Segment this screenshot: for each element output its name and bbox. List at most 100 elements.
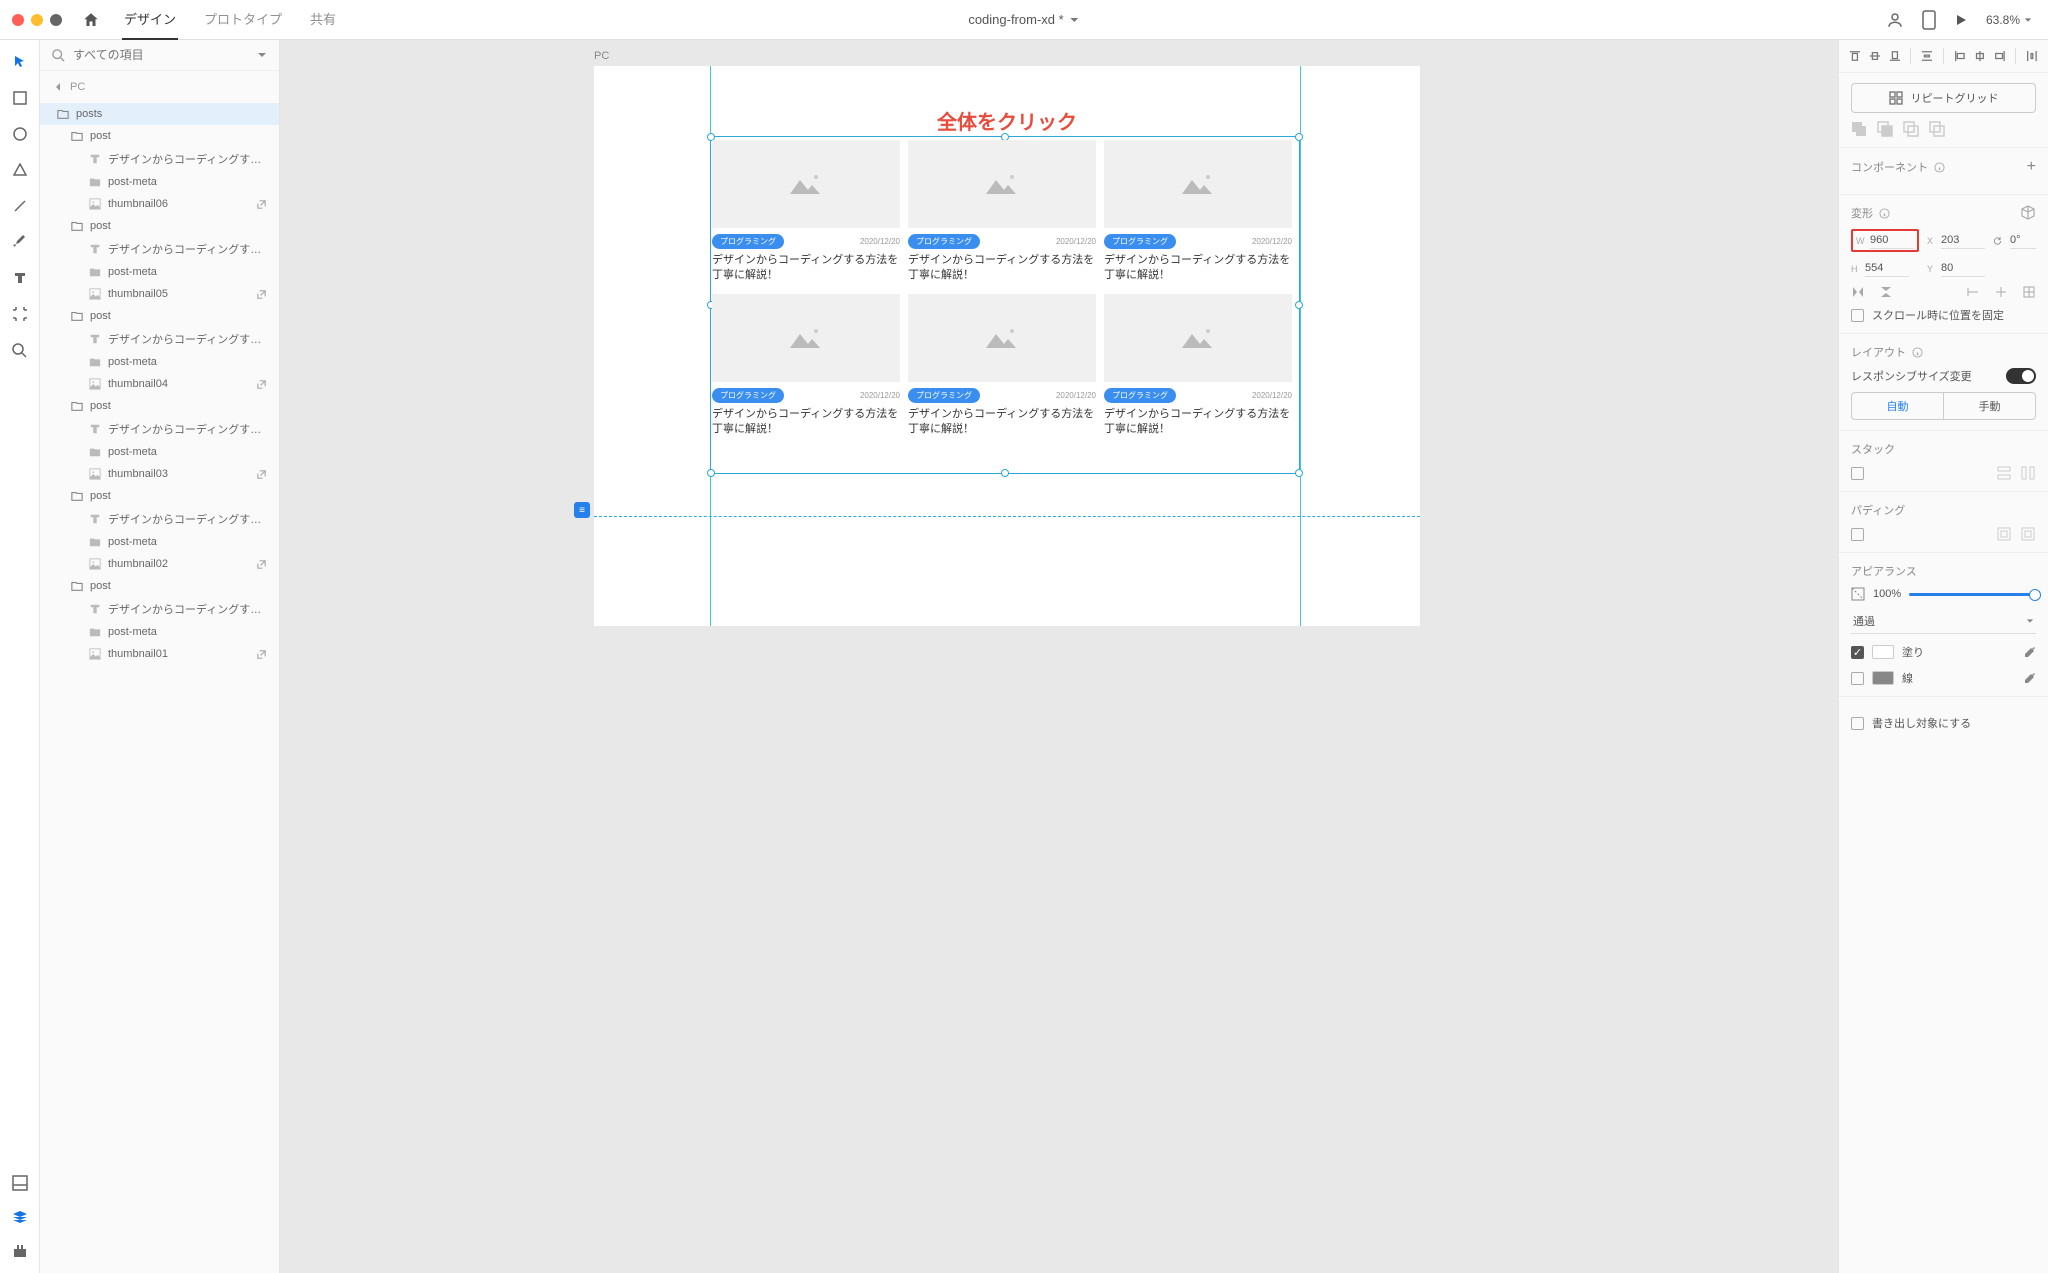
layout-mode-segment[interactable]: 自動 手動 <box>1851 392 2036 420</box>
stack-vertical-icon[interactable] <box>1996 465 2012 481</box>
line-tool[interactable] <box>10 196 30 216</box>
width-field[interactable]: 960 <box>1870 232 1914 249</box>
padding-individual-icon[interactable] <box>2020 526 2036 542</box>
distribute-h-icon[interactable] <box>2026 49 2038 63</box>
post-card[interactable]: プログラミング2020/12/20デザインからコーディングする方法を丁寧に解説！ <box>712 140 900 284</box>
assets-panel-icon[interactable] <box>10 1173 30 1193</box>
padding-same-icon[interactable] <box>1996 526 2012 542</box>
polygon-tool[interactable] <box>10 160 30 180</box>
maximize-window-button[interactable] <box>50 14 62 26</box>
distribute-v-icon[interactable] <box>1921 49 1933 63</box>
user-icon[interactable] <box>1886 11 1904 29</box>
scroll-fix-checkbox[interactable] <box>1851 309 1864 322</box>
layer-item[interactable]: post <box>40 485 279 507</box>
layer-item[interactable]: posts <box>40 103 279 125</box>
eyedropper-icon[interactable] <box>2022 645 2036 659</box>
tab-share[interactable]: 共有 <box>308 0 338 40</box>
flip-v-icon[interactable] <box>1879 285 1893 299</box>
eyedropper-icon[interactable] <box>2022 671 2036 685</box>
padding-checkbox[interactable] <box>1851 528 1864 541</box>
minimize-window-button[interactable] <box>31 14 43 26</box>
layer-item[interactable]: post-meta <box>40 621 279 643</box>
external-link-icon[interactable] <box>256 289 267 300</box>
info-icon[interactable] <box>1912 347 1923 358</box>
chevron-down-icon[interactable] <box>257 50 267 60</box>
layer-item[interactable]: デザインからコーディングする方法… <box>40 507 279 531</box>
ellipse-tool[interactable] <box>10 124 30 144</box>
rectangle-tool[interactable] <box>10 88 30 108</box>
play-icon[interactable] <box>1954 13 1968 27</box>
select-tool[interactable] <box>10 52 30 72</box>
constrain-center-icon[interactable] <box>1994 285 2008 299</box>
segment-auto[interactable]: 自動 <box>1852 393 1943 419</box>
opacity-slider[interactable] <box>1909 593 2036 596</box>
flip-h-icon[interactable] <box>1851 285 1865 299</box>
stack-checkbox[interactable] <box>1851 467 1864 480</box>
resize-handle[interactable] <box>1295 133 1303 141</box>
align-left-icon[interactable] <box>1954 49 1966 63</box>
layer-item[interactable]: post-meta <box>40 171 279 193</box>
resize-handle[interactable] <box>1001 469 1009 477</box>
layer-item[interactable]: post <box>40 125 279 147</box>
external-link-icon[interactable] <box>256 559 267 570</box>
layers-search[interactable] <box>40 40 279 71</box>
layer-item[interactable]: デザインからコーディングする方法… <box>40 327 279 351</box>
resize-handle[interactable] <box>1295 469 1303 477</box>
align-bottom-icon[interactable] <box>1889 49 1901 63</box>
plugins-panel-icon[interactable] <box>10 1241 30 1261</box>
external-link-icon[interactable] <box>256 379 267 390</box>
layer-item[interactable]: post <box>40 575 279 597</box>
align-right-icon[interactable] <box>1994 49 2006 63</box>
external-link-icon[interactable] <box>256 649 267 660</box>
union-icon[interactable] <box>1851 121 1867 137</box>
fill-checkbox[interactable]: ✓ <box>1851 646 1864 659</box>
artboard[interactable]: 全体をクリック ≡ プログラミング2020/12/20デザインからコーディングす… <box>594 66 1420 626</box>
breadcrumb[interactable]: PC <box>40 71 279 103</box>
layer-item[interactable]: post-meta <box>40 261 279 283</box>
stack-horizontal-icon[interactable] <box>2020 465 2036 481</box>
resize-handle[interactable] <box>1295 301 1303 309</box>
constrain-left-icon[interactable] <box>1966 285 1980 299</box>
intersect-icon[interactable] <box>1903 121 1919 137</box>
resize-handle[interactable] <box>707 469 715 477</box>
zoom-tool[interactable] <box>10 340 30 360</box>
layer-item[interactable]: thumbnail02 <box>40 553 279 575</box>
layer-item[interactable]: post-meta <box>40 351 279 373</box>
layer-item[interactable]: post <box>40 215 279 237</box>
layer-item[interactable]: thumbnail03 <box>40 463 279 485</box>
tab-design[interactable]: デザイン <box>122 0 178 40</box>
constrain-full-icon[interactable] <box>2022 285 2036 299</box>
x-field[interactable]: 203 <box>1941 232 1985 249</box>
height-field[interactable]: 554 <box>1865 260 1909 277</box>
subtract-icon[interactable] <box>1877 121 1893 137</box>
mobile-preview-icon[interactable] <box>1922 10 1936 30</box>
3d-transform-icon[interactable] <box>2020 205 2036 221</box>
blend-mode-dropdown[interactable]: 通過 <box>1851 609 2036 634</box>
post-card[interactable]: プログラミング2020/12/20デザインからコーディングする方法を丁寧に解説！ <box>908 294 1096 438</box>
stroke-swatch[interactable] <box>1872 671 1894 685</box>
stroke-checkbox[interactable] <box>1851 672 1864 685</box>
external-link-icon[interactable] <box>256 469 267 480</box>
add-component-button[interactable]: + <box>2027 158 2036 176</box>
document-title[interactable]: coding-from-xd * <box>968 12 1079 27</box>
layer-item[interactable]: デザインからコーディングする方法… <box>40 417 279 441</box>
layer-item[interactable]: thumbnail04 <box>40 373 279 395</box>
post-card[interactable]: プログラミング2020/12/20デザインからコーディングする方法を丁寧に解説！ <box>712 294 900 438</box>
artboard-badge-icon[interactable]: ≡ <box>574 502 590 518</box>
artboard-tool[interactable] <box>10 304 30 324</box>
layers-panel-icon[interactable] <box>10 1207 30 1227</box>
info-icon[interactable] <box>1879 208 1890 219</box>
layer-item[interactable]: post <box>40 305 279 327</box>
export-checkbox[interactable] <box>1851 717 1864 730</box>
info-icon[interactable] <box>1934 162 1945 173</box>
layer-item[interactable]: thumbnail05 <box>40 283 279 305</box>
rotation-field[interactable]: 0° <box>2010 232 2036 249</box>
layer-item[interactable]: thumbnail06 <box>40 193 279 215</box>
segment-manual[interactable]: 手動 <box>1943 393 2035 419</box>
tab-prototype[interactable]: プロトタイプ <box>202 0 284 40</box>
align-top-icon[interactable] <box>1849 49 1861 63</box>
responsive-toggle[interactable] <box>2006 368 2036 384</box>
post-card[interactable]: プログラミング2020/12/20デザインからコーディングする方法を丁寧に解説！ <box>908 140 1096 284</box>
text-tool[interactable] <box>10 268 30 288</box>
layer-item[interactable]: post-meta <box>40 441 279 463</box>
